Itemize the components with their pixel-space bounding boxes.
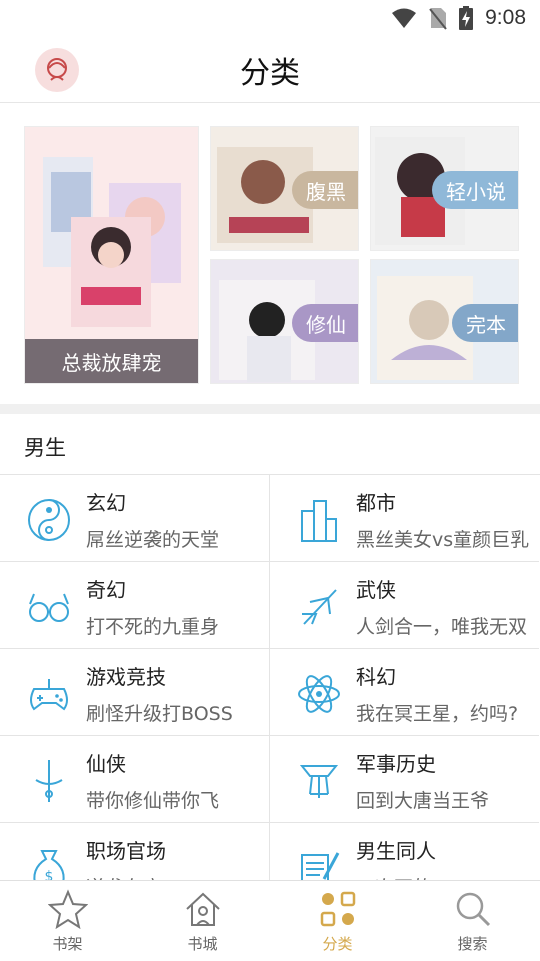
nav-label: 搜索 <box>457 935 488 953</box>
tag-card-completed[interactable]: 完本 <box>370 259 519 384</box>
category-name: 都市 <box>356 491 396 515</box>
tag-pill: 完本 <box>452 304 518 342</box>
category-desc: 回到大唐当王爷 <box>356 790 490 812</box>
featured-banner-card[interactable]: 总裁放肆宠 <box>24 126 199 384</box>
app-header: 分类 <box>0 38 540 103</box>
page-title: 分类 <box>240 56 300 91</box>
category-item[interactable]: 玄幻 屌丝逆袭的天堂 <box>0 475 270 562</box>
nav-label: 分类 <box>322 935 353 953</box>
category-name: 武侠 <box>356 578 396 602</box>
category-item[interactable]: 奇幻 打不死的九重身 <box>0 562 270 649</box>
lantern-icon <box>299 765 339 798</box>
category-name: 军事历史 <box>356 752 436 776</box>
status-time: 9:08 <box>485 6 526 29</box>
category-grid-icon <box>320 891 355 927</box>
category-item[interactable]: 军事历史 回到大唐当王爷 <box>270 736 539 823</box>
category-desc: 黑丝美女vs童颜巨乳 <box>356 529 530 551</box>
home-icon <box>185 892 220 926</box>
category-desc: 屌丝逆袭的天堂 <box>86 529 220 551</box>
tag-card-xiuxian[interactable]: 修仙 <box>210 259 359 384</box>
category-item[interactable]: 都市 黑丝美女vs童颜巨乳 <box>270 475 539 562</box>
atom-icon <box>298 675 340 713</box>
section-title: 男生 <box>24 436 66 460</box>
bottom-navigation: 书架 书城 分类 搜索 <box>0 880 540 961</box>
nav-search[interactable]: 搜索 <box>405 881 540 961</box>
nav-bookshelf[interactable]: 书架 <box>0 881 135 961</box>
status-bar: 9:08 <box>0 0 540 36</box>
gamepad-icon <box>30 679 68 711</box>
city-buildings-icon <box>301 500 337 542</box>
tag-pill: 修仙 <box>292 304 358 342</box>
swordsman-icon <box>302 589 337 625</box>
category-desc: 我在冥王星，约吗? <box>356 703 519 725</box>
category-item[interactable]: 仙侠 带你修仙带你飞 <box>0 736 270 823</box>
category-name: 奇幻 <box>86 578 126 602</box>
tag-card-light-novel[interactable]: 轻小说 <box>370 126 519 251</box>
category-grid: 玄幻 屌丝逆袭的天堂 都市 黑丝美女vs童颜巨乳 奇幻 打不死的九重身 武侠 人… <box>0 474 540 910</box>
star-icon <box>47 889 88 929</box>
nav-category[interactable]: 分类 <box>270 881 405 961</box>
featured-banner-label: 总裁放肆宠 <box>25 339 198 383</box>
nav-label: 书架 <box>52 935 83 953</box>
sword-icon <box>35 760 63 802</box>
category-desc: 带你修仙带你飞 <box>86 790 220 812</box>
search-icon <box>456 892 490 927</box>
battery-charging-icon <box>459 6 474 30</box>
glasses-icon <box>29 593 69 622</box>
category-name: 玄幻 <box>86 491 126 515</box>
category-item[interactable]: 科幻 我在冥王星，约吗? <box>270 649 539 736</box>
nav-bookstore[interactable]: 书城 <box>135 881 270 961</box>
nav-label: 书城 <box>187 935 218 953</box>
section-divider <box>0 404 540 414</box>
category-banner: 总裁放肆宠 腹黑 轻小说 修仙 完本 <box>0 104 540 404</box>
tag-card-fuhei[interactable]: 腹黑 <box>210 126 359 251</box>
category-name: 科幻 <box>356 665 396 689</box>
category-name: 仙侠 <box>86 752 126 776</box>
category-item[interactable]: 武侠 人剑合一，唯我无双 <box>270 562 539 649</box>
category-name: 男生同人 <box>356 839 436 863</box>
category-desc: 打不死的九重身 <box>86 616 220 638</box>
tag-pill: 轻小说 <box>432 171 518 209</box>
category-name: 职场官场 <box>86 839 166 863</box>
category-desc: 人剑合一，唯我无双 <box>356 616 528 638</box>
yin-yang-icon <box>28 499 70 541</box>
wifi-icon <box>392 8 417 28</box>
category-desc: 刷怪升级打BOSS <box>86 703 233 725</box>
tag-pill: 腹黑 <box>292 171 358 209</box>
category-name: 游戏竞技 <box>86 665 166 689</box>
book-covers-illustration <box>43 157 181 327</box>
category-item[interactable]: 游戏竞技 刷怪升级打BOSS <box>0 649 270 736</box>
no-sim-icon <box>429 8 447 30</box>
